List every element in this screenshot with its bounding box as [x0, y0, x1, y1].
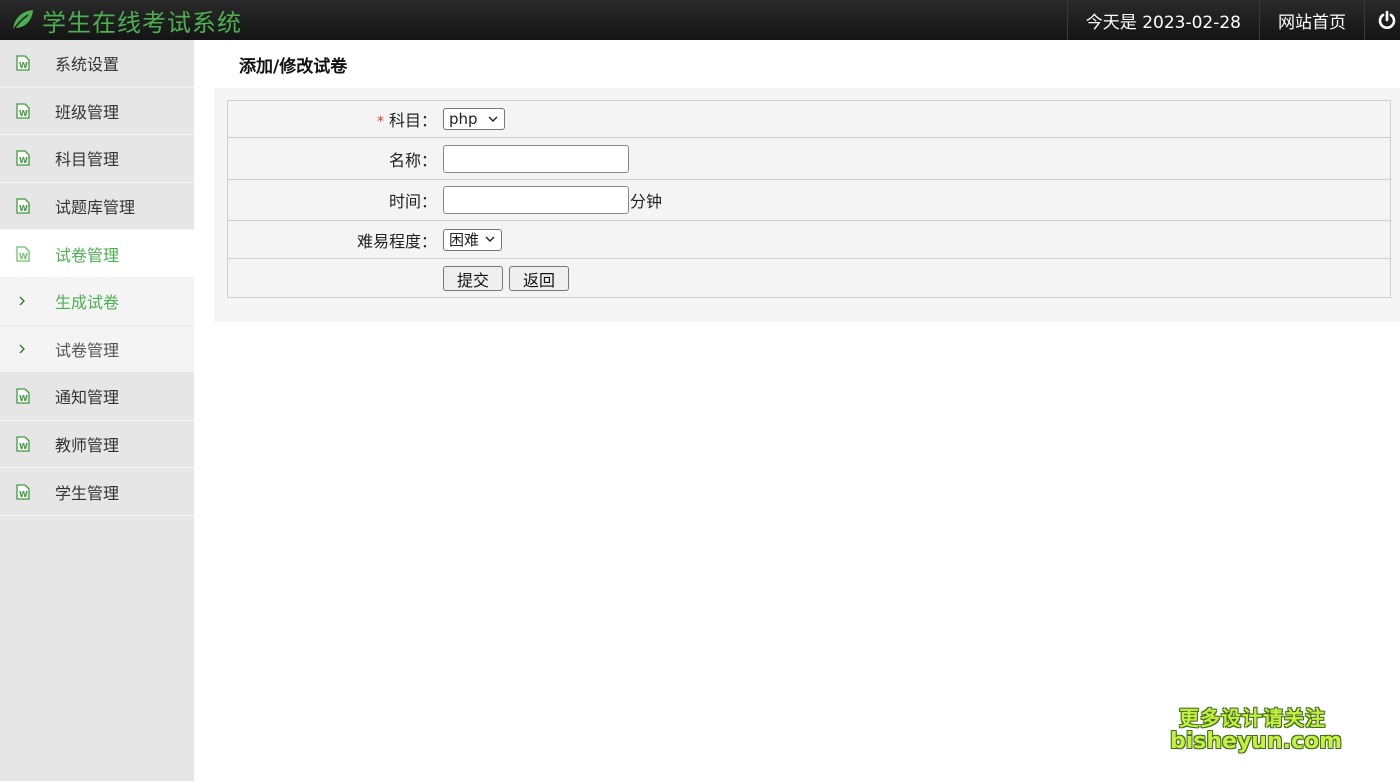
svg-text:W: W	[19, 156, 28, 165]
sidebar-item-class-management[interactable]: W 班级管理	[0, 88, 194, 136]
sidebar-item-subject-management[interactable]: W 科目管理	[0, 135, 194, 183]
sidebar-item-label: 通知管理	[55, 388, 120, 408]
watermark: 更多设计请关注 bisheyun.com	[1170, 702, 1343, 754]
form-row-time: 时间： 分钟	[228, 180, 1390, 221]
sidebar-subitem-generate-paper[interactable]: 生成试卷	[0, 277, 194, 326]
paper-form: * 科目： php 名称： 时间： 分钟 难易程度： 困难 提交 返回	[227, 100, 1391, 298]
sidebar-item-question-bank[interactable]: W 试题库管理	[0, 183, 194, 231]
subject-select-value: php	[449, 110, 478, 128]
svg-text:W: W	[19, 204, 28, 213]
sidebar-item-system-settings[interactable]: W 系统设置	[0, 40, 194, 88]
chevron-down-icon	[488, 116, 498, 122]
document-icon: W	[16, 436, 30, 452]
document-icon: W	[16, 483, 30, 500]
difficulty-select[interactable]: 困难	[443, 228, 503, 251]
page-title: 添加/修改试卷	[239, 56, 348, 77]
name-label: 名称：	[388, 150, 437, 170]
top-header: 学生在线考试系统 今天是 2023-02-28 网站首页	[0, 0, 1400, 40]
svg-text:W: W	[19, 252, 28, 261]
sidebar-item-label: 班级管理	[55, 102, 120, 122]
sidebar-subitem-paper-management[interactable]: 试卷管理	[0, 325, 194, 374]
document-icon: W	[16, 246, 30, 262]
chevron-right-icon	[19, 296, 25, 306]
sidebar-item-student-management[interactable]: W 学生管理	[0, 468, 194, 516]
document-icon: W	[16, 198, 30, 214]
submit-button[interactable]: 提交	[443, 265, 504, 291]
sidebar-item-label: 试卷管理	[55, 245, 120, 265]
time-label: 时间：	[388, 192, 437, 211]
document-icon: W	[16, 55, 30, 71]
document-icon: W	[16, 388, 30, 405]
form-row-actions: 提交 返回	[228, 259, 1390, 297]
watermark-line2: bisheyun.com	[1170, 729, 1343, 754]
subject-label: * 科目：	[376, 111, 437, 130]
form-row-subject: * 科目： php	[228, 101, 1390, 138]
header-right: 今天是 2023-02-28 网站首页	[1066, 0, 1400, 40]
logout-button[interactable]	[1364, 0, 1400, 40]
chevron-right-icon	[19, 344, 25, 354]
sidebar-item-exam-papers[interactable]: W 试卷管理	[0, 230, 194, 278]
time-unit: 分钟	[630, 192, 663, 211]
difficulty-select-value: 困难	[449, 231, 480, 249]
name-input[interactable]	[443, 144, 629, 173]
home-link[interactable]: 网站首页	[1259, 0, 1364, 40]
sidebar-item-notice-management[interactable]: W 通知管理	[0, 373, 194, 421]
sidebar: W 系统设置 W 班级管理 W 科目管理 W 试题库管理 W 试卷管理 生成试卷…	[0, 40, 194, 781]
time-input[interactable]	[443, 186, 629, 214]
form-row-difficulty: 难易程度： 困难	[228, 221, 1390, 259]
main-content: 添加/修改试卷 * 科目： php 名称： 时间： 分钟 难易程度： 困难 提交…	[214, 40, 1400, 322]
chevron-down-icon	[485, 236, 495, 242]
power-icon	[1378, 10, 1396, 29]
required-mark: *	[376, 114, 384, 130]
app-title: 学生在线考试系统	[42, 8, 242, 37]
svg-text:W: W	[19, 394, 28, 403]
today-date: 今天是 2023-02-28	[1066, 0, 1259, 40]
form-panel: * 科目： php 名称： 时间： 分钟 难易程度： 困难 提交 返回	[214, 88, 1400, 322]
watermark-line1: 更多设计请关注	[1179, 706, 1326, 730]
sidebar-item-label: 学生管理	[55, 483, 120, 503]
document-icon: W	[16, 150, 30, 167]
sidebar-item-label: 教师管理	[55, 436, 120, 456]
document-icon: W	[16, 103, 30, 119]
svg-text:W: W	[19, 109, 28, 118]
leaf-logo-icon	[11, 10, 33, 33]
svg-text:W: W	[19, 490, 28, 499]
sidebar-subitem-label: 生成试卷	[55, 293, 120, 313]
sidebar-item-teacher-management[interactable]: W 教师管理	[0, 421, 194, 469]
difficulty-label: 难易程度：	[356, 231, 437, 251]
svg-text:W: W	[19, 442, 28, 451]
sidebar-item-label: 系统设置	[55, 55, 120, 75]
subject-select[interactable]: php	[443, 108, 505, 130]
sidebar-subitem-label: 试卷管理	[55, 340, 120, 360]
svg-text:W: W	[19, 61, 28, 70]
sidebar-item-label: 试题库管理	[55, 198, 136, 218]
form-row-name: 名称：	[228, 138, 1390, 180]
brand: 学生在线考试系统	[0, 0, 242, 40]
sidebar-item-label: 科目管理	[55, 150, 120, 170]
back-button[interactable]: 返回	[509, 265, 570, 291]
